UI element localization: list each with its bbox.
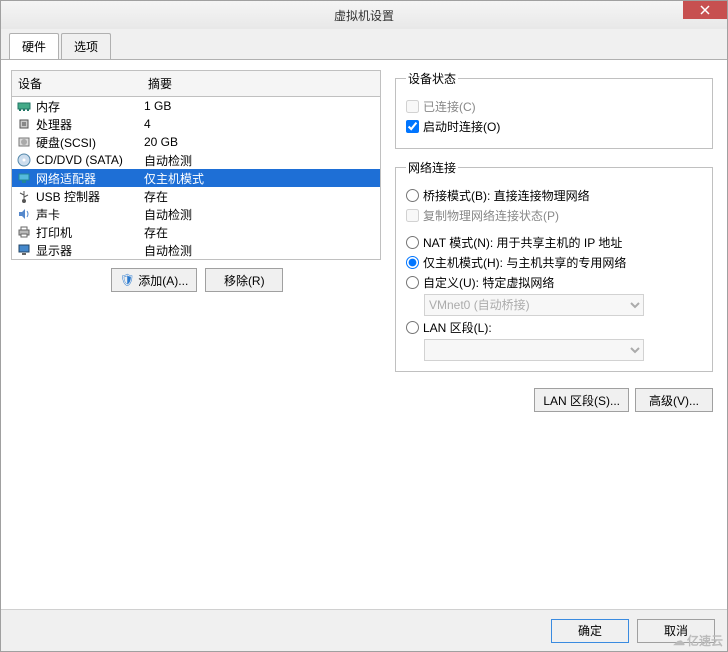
sound-icon <box>16 206 32 222</box>
dialog-footer: 确定 取消 <box>1 609 727 651</box>
device-row-hdd[interactable]: 硬盘(SCSI)20 GB <box>12 133 380 151</box>
device-label: USB 控制器 <box>36 188 144 205</box>
device-buttons: 🛡 添加(A)... 移除(R) <box>11 260 383 294</box>
right-buttons: LAN 区段(S)... 高级(V)... <box>395 388 713 412</box>
device-summary: 4 <box>144 117 151 131</box>
device-row-cddvd[interactable]: CD/DVD (SATA)自动检测 <box>12 151 380 169</box>
lanseg-radio[interactable] <box>406 321 419 334</box>
disc-icon <box>16 152 32 168</box>
vm-settings-window: 虚拟机设置 硬件 选项 设备 摘要 内存1 GB处理器4硬盘(SCSI)20 G… <box>0 0 728 652</box>
device-summary: 仅主机模式 <box>144 170 204 187</box>
col-device: 设备 <box>12 71 142 96</box>
lanseg-label: LAN 区段(L): <box>423 319 492 336</box>
tab-hardware[interactable]: 硬件 <box>9 33 59 59</box>
lanseg-select <box>424 339 644 361</box>
bridged-option[interactable]: 桥接模式(B): 直接连接物理网络 <box>406 187 702 204</box>
network-connection-legend: 网络连接 <box>406 159 458 176</box>
close-icon <box>700 5 710 15</box>
device-label: CD/DVD (SATA) <box>36 153 144 167</box>
replicate-checkbox <box>406 209 419 222</box>
right-panel: 设备状态 已连接(C) 启动时连接(O) 网络连接 桥接模式(B): 直接连接物… <box>391 70 717 599</box>
connect-at-poweron-option[interactable]: 启动时连接(O) <box>406 118 702 135</box>
tab-bar: 硬件 选项 <box>1 29 727 60</box>
device-row-printer[interactable]: 打印机存在 <box>12 223 380 241</box>
device-summary: 1 GB <box>144 99 171 113</box>
device-label: 硬盘(SCSI) <box>36 134 144 151</box>
connected-label: 已连接(C) <box>423 98 476 115</box>
device-status-group: 设备状态 已连接(C) 启动时连接(O) <box>395 70 713 149</box>
dialog-body: 设备 摘要 内存1 GB处理器4硬盘(SCSI)20 GBCD/DVD (SAT… <box>1 60 727 609</box>
network-connection-group: 网络连接 桥接模式(B): 直接连接物理网络 复制物理网络连接状态(P) NAT… <box>395 159 713 372</box>
device-summary: 自动检测 <box>144 206 192 223</box>
lan-segments-button[interactable]: LAN 区段(S)... <box>534 388 629 412</box>
display-icon <box>16 242 32 258</box>
device-label: 内存 <box>36 98 144 115</box>
lanseg-option[interactable]: LAN 区段(L): <box>406 319 702 336</box>
connect-at-poweron-label: 启动时连接(O) <box>423 118 500 135</box>
nat-radio[interactable] <box>406 236 419 249</box>
replicate-label: 复制物理网络连接状态(P) <box>423 207 559 224</box>
device-row-usb[interactable]: USB 控制器存在 <box>12 187 380 205</box>
custom-radio[interactable] <box>406 276 419 289</box>
device-summary: 自动检测 <box>144 242 192 259</box>
custom-label: 自定义(U): 特定虚拟网络 <box>423 274 554 291</box>
custom-select-row: VMnet0 (自动桥接) <box>424 294 702 316</box>
device-label: 打印机 <box>36 224 144 241</box>
device-row-net[interactable]: 网络适配器仅主机模式 <box>12 169 380 187</box>
device-label: 显示器 <box>36 242 144 259</box>
bridged-label: 桥接模式(B): 直接连接物理网络 <box>423 187 590 204</box>
device-label: 声卡 <box>36 206 144 223</box>
col-summary: 摘要 <box>142 71 178 96</box>
custom-option[interactable]: 自定义(U): 特定虚拟网络 <box>406 274 702 291</box>
device-summary: 存在 <box>144 188 168 205</box>
network-icon <box>16 170 32 186</box>
close-button[interactable] <box>683 1 727 19</box>
device-row-display[interactable]: 显示器自动检测 <box>12 241 380 259</box>
replicate-option: 复制物理网络连接状态(P) <box>406 207 702 224</box>
device-summary: 自动检测 <box>144 152 192 169</box>
device-status-legend: 设备状态 <box>406 70 458 87</box>
memory-icon <box>16 98 32 114</box>
device-label: 处理器 <box>36 116 144 133</box>
device-row-cpu[interactable]: 处理器4 <box>12 115 380 133</box>
add-button[interactable]: 🛡 添加(A)... <box>111 268 198 292</box>
usb-icon <box>16 188 32 204</box>
hostonly-radio[interactable] <box>406 256 419 269</box>
tab-options[interactable]: 选项 <box>61 33 111 59</box>
remove-button[interactable]: 移除(R) <box>205 268 283 292</box>
cancel-button[interactable]: 取消 <box>637 619 715 643</box>
bridged-radio[interactable] <box>406 189 419 202</box>
device-row-memory[interactable]: 内存1 GB <box>12 97 380 115</box>
left-column: 设备 摘要 内存1 GB处理器4硬盘(SCSI)20 GBCD/DVD (SAT… <box>11 70 383 599</box>
device-summary: 20 GB <box>144 135 178 149</box>
device-row-sound[interactable]: 声卡自动检测 <box>12 205 380 223</box>
device-list-header: 设备 摘要 <box>12 71 380 97</box>
add-button-label: 添加(A)... <box>138 272 188 289</box>
advanced-button[interactable]: 高级(V)... <box>635 388 713 412</box>
cpu-icon <box>16 116 32 132</box>
hostonly-option[interactable]: 仅主机模式(H): 与主机共享的专用网络 <box>406 254 702 271</box>
printer-icon <box>16 224 32 240</box>
hostonly-label: 仅主机模式(H): 与主机共享的专用网络 <box>423 254 626 271</box>
ok-button[interactable]: 确定 <box>551 619 629 643</box>
device-summary: 存在 <box>144 224 168 241</box>
device-list-panel: 设备 摘要 内存1 GB处理器4硬盘(SCSI)20 GBCD/DVD (SAT… <box>11 70 381 260</box>
connected-checkbox <box>406 100 419 113</box>
nat-label: NAT 模式(N): 用于共享主机的 IP 地址 <box>423 234 622 251</box>
lanseg-select-row <box>424 339 702 361</box>
device-label: 网络适配器 <box>36 170 144 187</box>
shield-icon: 🛡 <box>120 273 135 287</box>
connected-option: 已连接(C) <box>406 98 702 115</box>
custom-network-select: VMnet0 (自动桥接) <box>424 294 644 316</box>
connect-at-poweron-checkbox[interactable] <box>406 120 419 133</box>
titlebar: 虚拟机设置 <box>1 1 727 29</box>
nat-option[interactable]: NAT 模式(N): 用于共享主机的 IP 地址 <box>406 234 702 251</box>
device-list[interactable]: 内存1 GB处理器4硬盘(SCSI)20 GBCD/DVD (SATA)自动检测… <box>12 97 380 259</box>
hdd-icon <box>16 134 32 150</box>
window-title: 虚拟机设置 <box>334 7 394 24</box>
